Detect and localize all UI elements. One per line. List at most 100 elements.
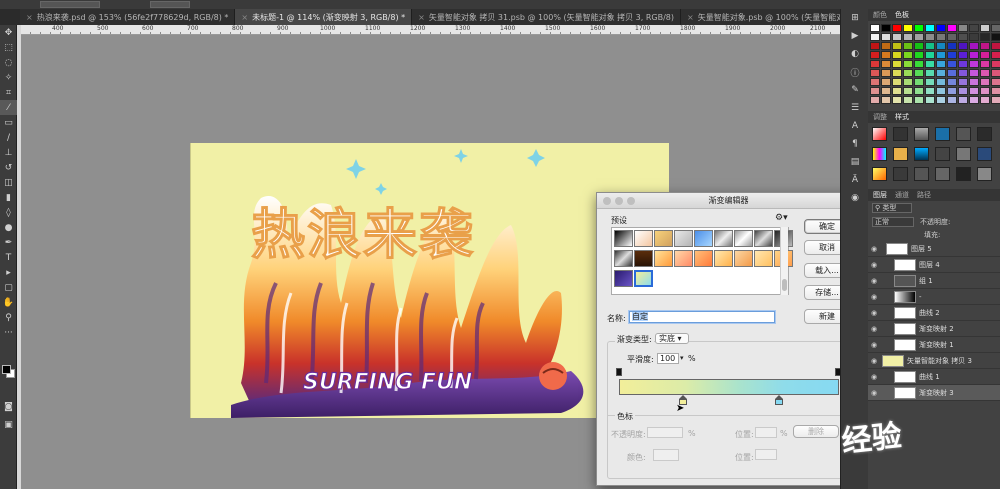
color-swatch[interactable] <box>881 24 891 32</box>
shape-tool-icon[interactable]: ▢ <box>0 280 17 295</box>
color-swatch[interactable] <box>947 24 957 32</box>
color-swatch[interactable] <box>969 69 979 77</box>
dodge-tool-icon[interactable]: ● <box>0 220 17 235</box>
layer-row[interactable]: ◉ 曲线 1 <box>868 369 1000 385</box>
color-swatch[interactable] <box>881 87 891 95</box>
style-swatch[interactable] <box>977 147 992 161</box>
color-swatch[interactable] <box>892 87 902 95</box>
history-brush-tool-icon[interactable]: ↺ <box>0 160 17 175</box>
color-swatch[interactable] <box>914 51 924 59</box>
color-swatch[interactable] <box>881 60 891 68</box>
color-swatch[interactable] <box>870 78 880 86</box>
color-swatch[interactable] <box>903 78 913 86</box>
preset-swatch[interactable] <box>634 250 653 267</box>
layer-row[interactable]: ◉ 组 1 <box>868 273 1000 289</box>
stamp-tool-icon[interactable]: ⊥ <box>0 145 17 160</box>
color-swatch[interactable] <box>980 87 990 95</box>
tab-document-2[interactable]: × 未标题-1 @ 114% (渐变映射 3, RGB/8) * <box>235 9 413 25</box>
color-swatch[interactable] <box>881 42 891 50</box>
color-swatch[interactable] <box>870 87 880 95</box>
foreground-color-swatch[interactable] <box>2 365 11 374</box>
presets-scrollbar[interactable] <box>780 227 788 295</box>
color-swatch[interactable] <box>969 24 979 32</box>
smoothness-input[interactable]: 100 <box>657 353 679 364</box>
close-window-button[interactable] <box>603 197 611 205</box>
gradient-tool-icon[interactable]: ▮ <box>0 190 17 205</box>
paragraph-icon[interactable]: ¶ <box>841 135 869 153</box>
style-swatch[interactable] <box>935 127 950 141</box>
info-icon[interactable]: ⓘ <box>841 63 869 81</box>
preset-swatch[interactable] <box>674 250 693 267</box>
color-swatch[interactable] <box>991 42 1000 50</box>
color-swatch[interactable] <box>881 51 891 59</box>
dialog-title-bar[interactable]: 渐变编辑器 <box>597 193 860 209</box>
preset-swatch[interactable] <box>754 250 773 267</box>
color-swatch[interactable] <box>870 33 880 41</box>
layer-row-selected[interactable]: ◉ 渐变映射 3 <box>868 385 1000 401</box>
color-swatch[interactable] <box>870 24 880 32</box>
color-swatch[interactable] <box>958 42 968 50</box>
color-swatch[interactable] <box>947 96 957 104</box>
color-swatch[interactable] <box>903 87 913 95</box>
color-swatch[interactable] <box>980 69 990 77</box>
preset-swatch[interactable] <box>614 250 633 267</box>
style-swatch[interactable] <box>914 167 929 181</box>
minimize-window-button[interactable] <box>615 197 623 205</box>
preset-swatch[interactable] <box>654 250 673 267</box>
color-swatch[interactable] <box>892 51 902 59</box>
magic-wand-tool-icon[interactable]: ✧ <box>0 70 17 85</box>
color-swatch[interactable] <box>969 42 979 50</box>
color-swatch[interactable] <box>991 33 1000 41</box>
color-swatch[interactable] <box>980 96 990 104</box>
layer-row[interactable]: ◉ 矢量智能对象 拷贝 3 <box>868 353 1000 369</box>
color-swatch[interactable] <box>936 78 946 86</box>
style-swatch[interactable] <box>956 127 971 141</box>
color-swatch[interactable] <box>925 78 935 86</box>
properties-icon[interactable]: ☰ <box>841 99 869 117</box>
color-swatch[interactable] <box>936 60 946 68</box>
history-icon[interactable]: ⊞ <box>841 9 869 27</box>
visibility-eye-icon[interactable]: ◉ <box>868 277 880 285</box>
color-swatch[interactable] <box>892 78 902 86</box>
color-swatch[interactable] <box>991 51 1000 59</box>
color-swatch[interactable] <box>969 33 979 41</box>
color-swatch[interactable] <box>958 33 968 41</box>
color-swatch[interactable] <box>947 42 957 50</box>
preset-swatch[interactable] <box>734 230 753 247</box>
color-swatch[interactable] <box>947 60 957 68</box>
preset-swatch[interactable] <box>694 250 713 267</box>
visibility-eye-icon[interactable]: ◉ <box>868 373 880 381</box>
color-swatch[interactable] <box>881 33 891 41</box>
path-selection-tool-icon[interactable]: ▸ <box>0 265 17 280</box>
color-swatch[interactable] <box>991 24 1000 32</box>
type-tool-icon[interactable]: T <box>0 250 17 265</box>
gradient-type-select[interactable]: 实底 ▾ <box>655 333 689 344</box>
smoothness-dropdown-icon[interactable]: ▾ <box>680 354 684 362</box>
style-swatch[interactable] <box>956 167 971 181</box>
color-swatch[interactable] <box>925 69 935 77</box>
color-swatch[interactable] <box>870 42 880 50</box>
opacity-stop-left[interactable] <box>616 368 622 376</box>
preset-swatch[interactable] <box>614 230 633 247</box>
color-swatch[interactable] <box>881 96 891 104</box>
color-swatch[interactable] <box>936 96 946 104</box>
color-swatch[interactable] <box>870 60 880 68</box>
style-swatch[interactable] <box>956 147 971 161</box>
preset-swatch[interactable] <box>694 230 713 247</box>
color-swatch[interactable] <box>925 51 935 59</box>
brush-tool-icon[interactable]: ∕ <box>0 130 17 145</box>
color-swatch[interactable] <box>980 51 990 59</box>
visibility-eye-icon[interactable]: ◉ <box>868 357 880 365</box>
preset-swatch[interactable] <box>714 230 733 247</box>
style-swatch[interactable] <box>872 167 887 181</box>
color-swatch[interactable] <box>991 87 1000 95</box>
color-swatch[interactable] <box>980 24 990 32</box>
color-swatch[interactable] <box>870 51 880 59</box>
color-swatch[interactable] <box>914 60 924 68</box>
style-swatch[interactable] <box>872 147 887 161</box>
stop-color-location-input[interactable] <box>755 449 777 460</box>
layer-filter-select[interactable]: ⚲ 类型 <box>872 203 912 213</box>
color-swatch[interactable] <box>947 87 957 95</box>
style-swatch[interactable] <box>935 167 950 181</box>
color-swatch[interactable] <box>903 60 913 68</box>
